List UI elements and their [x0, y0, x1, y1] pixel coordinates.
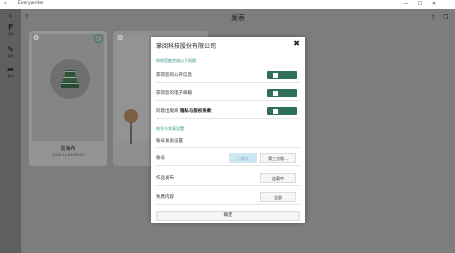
dialog-title: 掌阅科技股份有限公司 [156, 43, 217, 50]
free-content-label: 免费内容 [156, 195, 174, 200]
free-content-row: 免费内容 全部 [156, 190, 300, 205]
permissions-section-label: 授权您能完成以下权限 [156, 58, 196, 63]
lamp-stand [130, 122, 132, 144]
confirm-button[interactable]: 确定 [156, 211, 300, 221]
gear-icon[interactable]: ⚙ [117, 34, 123, 42]
export-icon[interactable]: ⇪ [431, 14, 436, 21]
third-party-account-button[interactable]: 第三方账... [260, 153, 296, 163]
book-cover [32, 34, 104, 141]
account-confirmed-button[interactable]: 已确定 [229, 153, 257, 163]
lamp-shape [124, 109, 138, 123]
settings-header-row: 账号发表设置 [156, 135, 300, 148]
brand-icon: Ᵽ [8, 23, 13, 32]
maximize-button[interactable]: ☐ [413, 0, 427, 9]
permission-label: 同意出版商 隐私与版权条款 [156, 108, 211, 114]
toggle-knob [273, 108, 278, 114]
book-card[interactable]: ⚙ ✓ 雷海布 2020-11-29 00:00 [29, 31, 107, 166]
back-arrow-icon[interactable]: ‹ [4, 0, 6, 7]
books-icon [61, 70, 79, 88]
page-header: ? 发表 ⇪ ❐ [21, 9, 455, 29]
works-row: 作品发布 连载中 [156, 171, 300, 186]
close-window-button[interactable]: ✕ [427, 0, 441, 9]
copy-icon[interactable]: ❐ [443, 14, 448, 21]
settings-section-label: 账号与发表设置 [156, 126, 184, 131]
sidebar-item-publish[interactable]: ➦ 发布 [0, 65, 21, 78]
share-icon: ➦ [7, 65, 14, 74]
permission-row: 获得您的公开信息 [156, 68, 300, 83]
terms-toggle[interactable] [267, 107, 297, 115]
toggle-knob [273, 72, 278, 78]
page-title: 发表 [231, 14, 245, 22]
title-bar: ‹ Everywriter — ☐ ✕ [0, 0, 455, 9]
account-row: 账号 已确定 第三方账... [156, 151, 300, 166]
sidebar: ‹ Ᵽ 创作 ✎ 编辑 ➦ 发布 [0, 9, 21, 253]
sidebar-item-back[interactable]: ‹ [0, 11, 21, 20]
permission-toggle[interactable] [267, 71, 297, 79]
settings-header: 账号发表设置 [156, 139, 183, 144]
sidebar-item-create[interactable]: Ᵽ 创作 [0, 23, 21, 36]
serial-status-button[interactable]: 连载中 [260, 173, 296, 183]
gear-icon[interactable]: ⚙ [33, 34, 39, 42]
works-label: 作品发布 [156, 176, 174, 181]
app-title: Everywriter [18, 1, 44, 6]
permission-label: 获得您的电子邮箱 [156, 91, 192, 96]
terms-link[interactable]: 隐私与版权条款 [180, 109, 212, 114]
sidebar-item-edit[interactable]: ✎ 编辑 [0, 45, 21, 58]
book-title: 雷海布 [60, 146, 76, 152]
sidebar-item-label: 编辑 [7, 54, 14, 58]
permission-row: 同意出版商 隐私与版权条款 [156, 104, 300, 119]
permission-toggle[interactable] [267, 89, 297, 97]
free-content-select[interactable]: 全部 [260, 192, 296, 202]
terms-prefix: 同意出版商 [156, 109, 179, 114]
close-icon[interactable]: ✖ [293, 39, 300, 48]
sidebar-item-label: 发布 [7, 74, 14, 78]
pen-icon: ✎ [7, 45, 14, 54]
toggle-knob [273, 90, 278, 96]
book-date: 2020-11-29 00:00 [52, 153, 84, 157]
back-icon: ‹ [8, 11, 13, 20]
account-label: 账号 [156, 156, 165, 161]
publish-dialog: 掌阅科技股份有限公司 ✖ 授权您能完成以下权限 获得您的公开信息 获得您的电子邮… [151, 37, 305, 223]
sidebar-item-label: 创作 [7, 32, 14, 36]
permission-label: 获得您的公开信息 [156, 73, 192, 78]
minimize-button[interactable]: — [399, 0, 413, 9]
permission-row: 获得您的电子邮箱 [156, 86, 300, 101]
selected-check-icon[interactable]: ✓ [94, 34, 103, 43]
